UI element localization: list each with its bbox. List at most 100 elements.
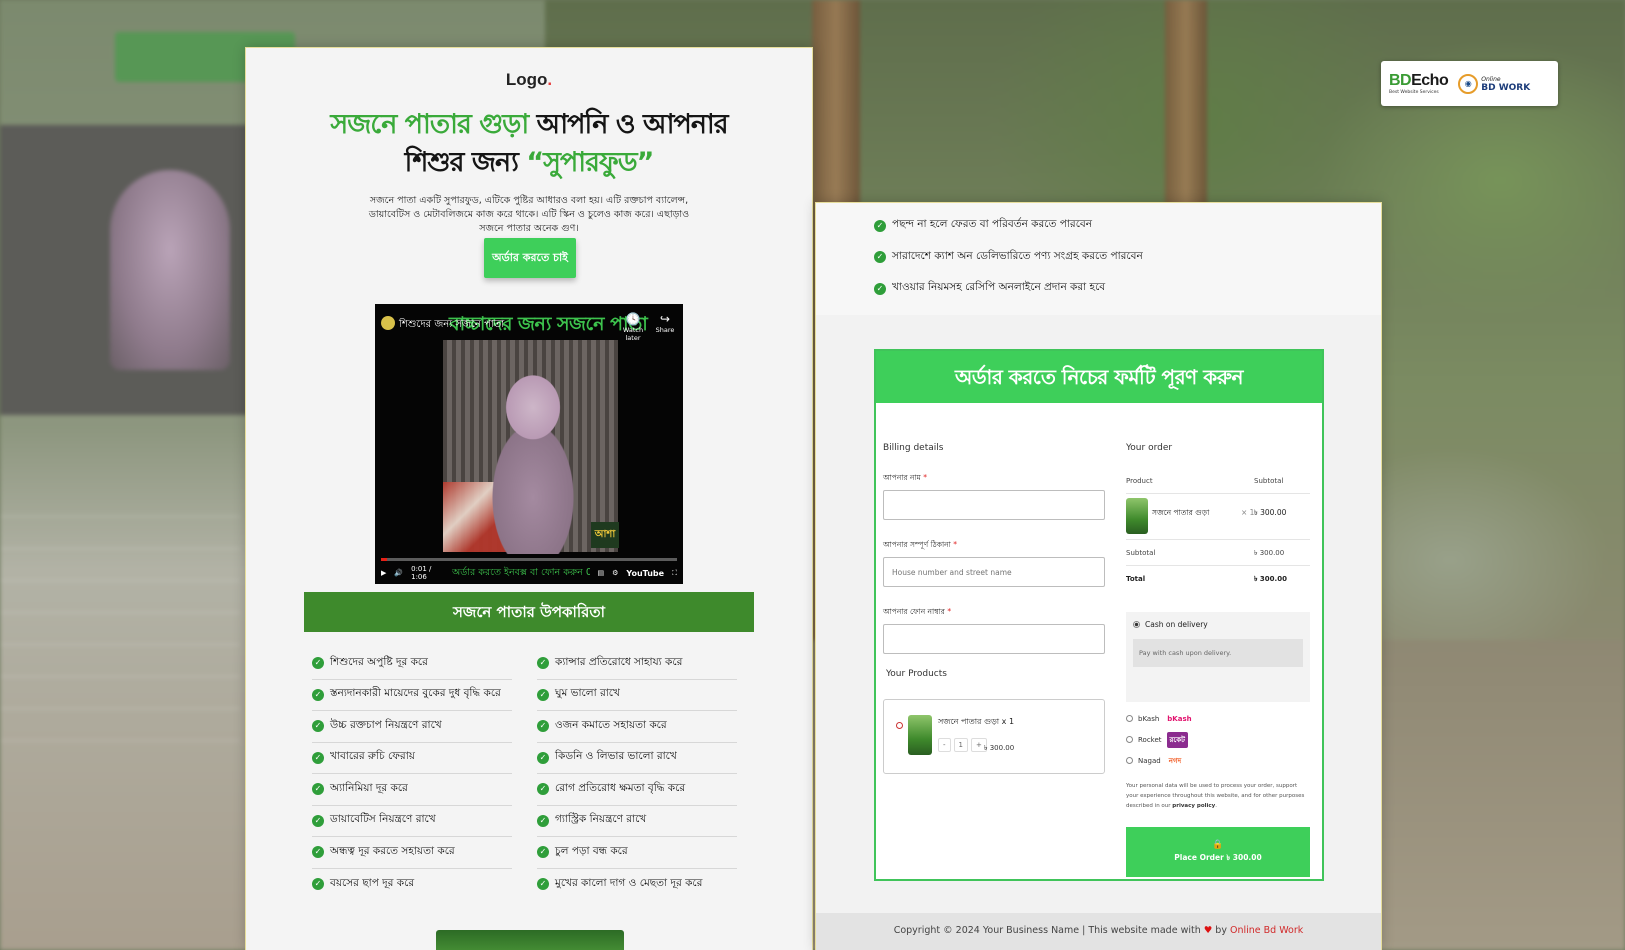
place-order-button[interactable]: 🔒 Place Order ৳ 300.00 <box>1126 827 1310 877</box>
rocket-option[interactable]: Rocket রকেট <box>1126 729 1310 750</box>
benefit-item: ✓ বয়সের ছাপ দূর করে <box>312 869 512 901</box>
check-icon: ✓ <box>312 720 324 733</box>
bkash-option[interactable]: bKash bKash <box>1126 708 1310 729</box>
video-player[interactable]: বাচ্চাদের জন্য সজনে পাতা শিশুদের জন্য সজ… <box>375 304 683 584</box>
order-item-row: সজনে পাতার গুড়া × 1 ৳ 300.00 <box>1126 494 1310 540</box>
video-presenter <box>487 366 579 554</box>
video-scroll-text: অর্ডার করতে ইনবক্স বা ফোন করুন 09697 052… <box>451 566 590 578</box>
benefit-item: ✓ অন্ধত্ব দূর করতে সহায়তা করে <box>312 837 512 869</box>
benefit-item: ✓ ডায়াবেটিস নিয়ন্ত্রণে রাখে <box>312 806 512 837</box>
check-icon: ✓ <box>874 282 886 295</box>
your-products-box: সজনে পাতার গুড়া x 1 - 1 + ৳ 300.00 <box>883 699 1105 774</box>
bdecho-logo: BDEcho Best Website Services <box>1389 71 1449 95</box>
product-price: ৳ 300.00 <box>984 744 1015 752</box>
share-icon: ↪ <box>659 312 671 326</box>
check-icon: ✓ <box>537 720 549 733</box>
benefit-item: ✓ কিডনি ও লিভার ভালো রাখে <box>537 743 737 774</box>
order-item-thumbnail <box>1126 498 1148 534</box>
feature-item: ✓ খাওয়ার নিয়মসহ রেসিপি অনলাইনে প্রদান ক… <box>874 273 1143 305</box>
check-icon: ✓ <box>312 657 324 670</box>
check-icon: ✓ <box>312 751 324 764</box>
cod-option[interactable]: Cash on delivery <box>1133 620 1303 629</box>
hero-title: সজনে পাতার গুড়া আপনি ও আপনার শিশুর জন্য… <box>330 109 728 178</box>
settings-icon[interactable]: ⚙ <box>612 569 618 577</box>
video-progress-fill <box>381 558 387 561</box>
footer-link[interactable]: Online Bd Work <box>1230 925 1303 936</box>
benefit-item: ✓ খাবারের রুচি ফেরায় <box>312 743 512 774</box>
benefit-item: ✓ রোগ প্রতিরোধ ক্ষমতা বৃদ্ধি করে <box>537 774 737 806</box>
your-order: Your order Product Subtotal সজনে পাতার গু… <box>1126 443 1310 877</box>
qty-value[interactable]: 1 <box>953 738 968 752</box>
logo[interactable]: Logo. <box>246 70 812 90</box>
play-icon[interactable]: ▶ <box>381 569 386 577</box>
video-time: 0:01 / 1:06 <box>411 565 432 581</box>
clock-icon: 🕓 <box>625 312 641 326</box>
nagad-option[interactable]: Nagad নগদ <box>1126 750 1310 771</box>
check-icon: ✓ <box>537 814 549 827</box>
video-title[interactable]: শিশুদের জন্য সজনে পাতা <box>399 317 504 334</box>
fullscreen-icon[interactable]: ⛶ <box>672 569 677 578</box>
feature-item: ✓ পছন্দ না হলে ফেরত বা পরিবর্তন করতে পারব… <box>874 210 1143 242</box>
share-button[interactable]: ↪ Share <box>647 312 683 334</box>
check-icon: ✓ <box>537 688 549 701</box>
privacy-notice: Your personal data will be used to proce… <box>1126 783 1305 809</box>
check-icon: ✓ <box>537 751 549 764</box>
rocket-radio[interactable] <box>1126 736 1133 743</box>
order-panel: ✓ পছন্দ না হলে ফেরত বা পরিবর্তন করতে পারব… <box>815 202 1382 950</box>
landing-panel: Logo. সজনে পাতার গুড়া আপনি ও আপনার শিশু… <box>245 47 813 950</box>
product-select-radio[interactable] <box>896 722 903 729</box>
check-icon: ✓ <box>537 846 549 859</box>
check-icon: ✓ <box>312 878 324 891</box>
address-field[interactable] <box>883 557 1105 587</box>
your-products-title: Your Products <box>886 669 947 679</box>
benefit-item: ✓ ক্যান্সার প্রতিরোধে সাহায্য করে <box>537 648 737 680</box>
benefit-item: ✓ ওজন কমাতে সহায়তা করে <box>537 711 737 743</box>
payment-methods: Cash on delivery Pay with cash upon deli… <box>1126 612 1310 702</box>
feature-item: ✓ সারাদেশে ক্যাশ অন ডেলিভারিতে পণ্য সংগ্র… <box>874 242 1143 274</box>
bkash-radio[interactable] <box>1126 715 1133 722</box>
name-field[interactable] <box>883 490 1105 520</box>
benefit-item: ✓ গ্যাস্ট্রিক নিয়ন্ত্রণে রাখে <box>537 806 737 837</box>
footer: Copyright © 2024 Your Business Name | Th… <box>816 913 1381 950</box>
qty-minus-button[interactable]: - <box>938 738 951 752</box>
privacy-policy-link[interactable]: privacy policy <box>1172 803 1215 809</box>
order-form-title: অর্ডার করতে নিচের ফর্মটি পূরণ করুন <box>876 351 1322 403</box>
channel-avatar[interactable] <box>381 316 395 330</box>
phone-label: আপনার ফোন নাম্বার * <box>883 607 952 616</box>
check-icon: ✓ <box>312 783 324 796</box>
check-icon: ✓ <box>874 219 886 232</box>
benefit-item: ✓ অ্যানিমিয়া দূর করে <box>312 774 512 806</box>
watch-later-button[interactable]: 🕓 Watch later <box>615 312 651 342</box>
benefit-item: ✓ চুল পড়া বন্ধ করে <box>537 837 737 869</box>
cod-note: Pay with cash upon delivery. <box>1133 639 1303 667</box>
total-row: Total ৳ 300.00 <box>1126 575 1287 583</box>
phone-field[interactable] <box>883 624 1105 654</box>
order-item-price: ৳ 300.00 <box>1254 508 1287 517</box>
order-form: অর্ডার করতে নিচের ফর্মটি পূরণ করুন Billi… <box>874 349 1324 881</box>
billing-details: Billing details আপনার নাম * আপনার সম্পূর… <box>883 443 1107 654</box>
background-person <box>110 170 230 370</box>
product-image-teaser <box>436 930 624 950</box>
benefit-item: ✓ ঘুম ভালো রাখে <box>537 680 737 711</box>
hero-description: সজনে পাতা একটি সুপারফুড, এটিকে পুষ্টির আ… <box>368 195 690 234</box>
subtotal-row: Subtotal ৳ 300.00 <box>1126 540 1310 566</box>
check-icon: ✓ <box>312 814 324 827</box>
order-item-name: সজনে পাতার গুড়া <box>1152 508 1210 517</box>
name-label: আপনার নাম * <box>883 473 927 482</box>
order-table-header: Product Subtotal <box>1126 477 1310 494</box>
check-icon: ✓ <box>537 783 549 796</box>
benefit-item: ✓ উচ্চ রক্তচাপ নিয়ন্ত্রণে রাখে <box>312 711 512 743</box>
your-order-title: Your order <box>1126 443 1173 453</box>
globe-icon: ◉ <box>1458 73 1479 94</box>
lock-icon: 🔒 <box>1212 839 1224 850</box>
nagad-radio[interactable] <box>1126 757 1133 764</box>
cod-radio[interactable] <box>1133 621 1140 628</box>
heart-icon: ♥ <box>1203 925 1213 936</box>
order-button[interactable]: অর্ডার করতে চাই <box>484 238 576 278</box>
video-progress-bar[interactable] <box>381 558 677 561</box>
benefit-item: ✓ শিশুদের অপুষ্টি দূর করে <box>312 648 512 680</box>
brand-badge[interactable]: BDEcho Best Website Services ◉ Online BD … <box>1381 61 1558 106</box>
subtitles-icon[interactable]: ▤ <box>598 569 605 577</box>
volume-icon[interactable]: 🔊 <box>394 569 403 577</box>
youtube-logo[interactable]: YouTube <box>626 569 664 578</box>
